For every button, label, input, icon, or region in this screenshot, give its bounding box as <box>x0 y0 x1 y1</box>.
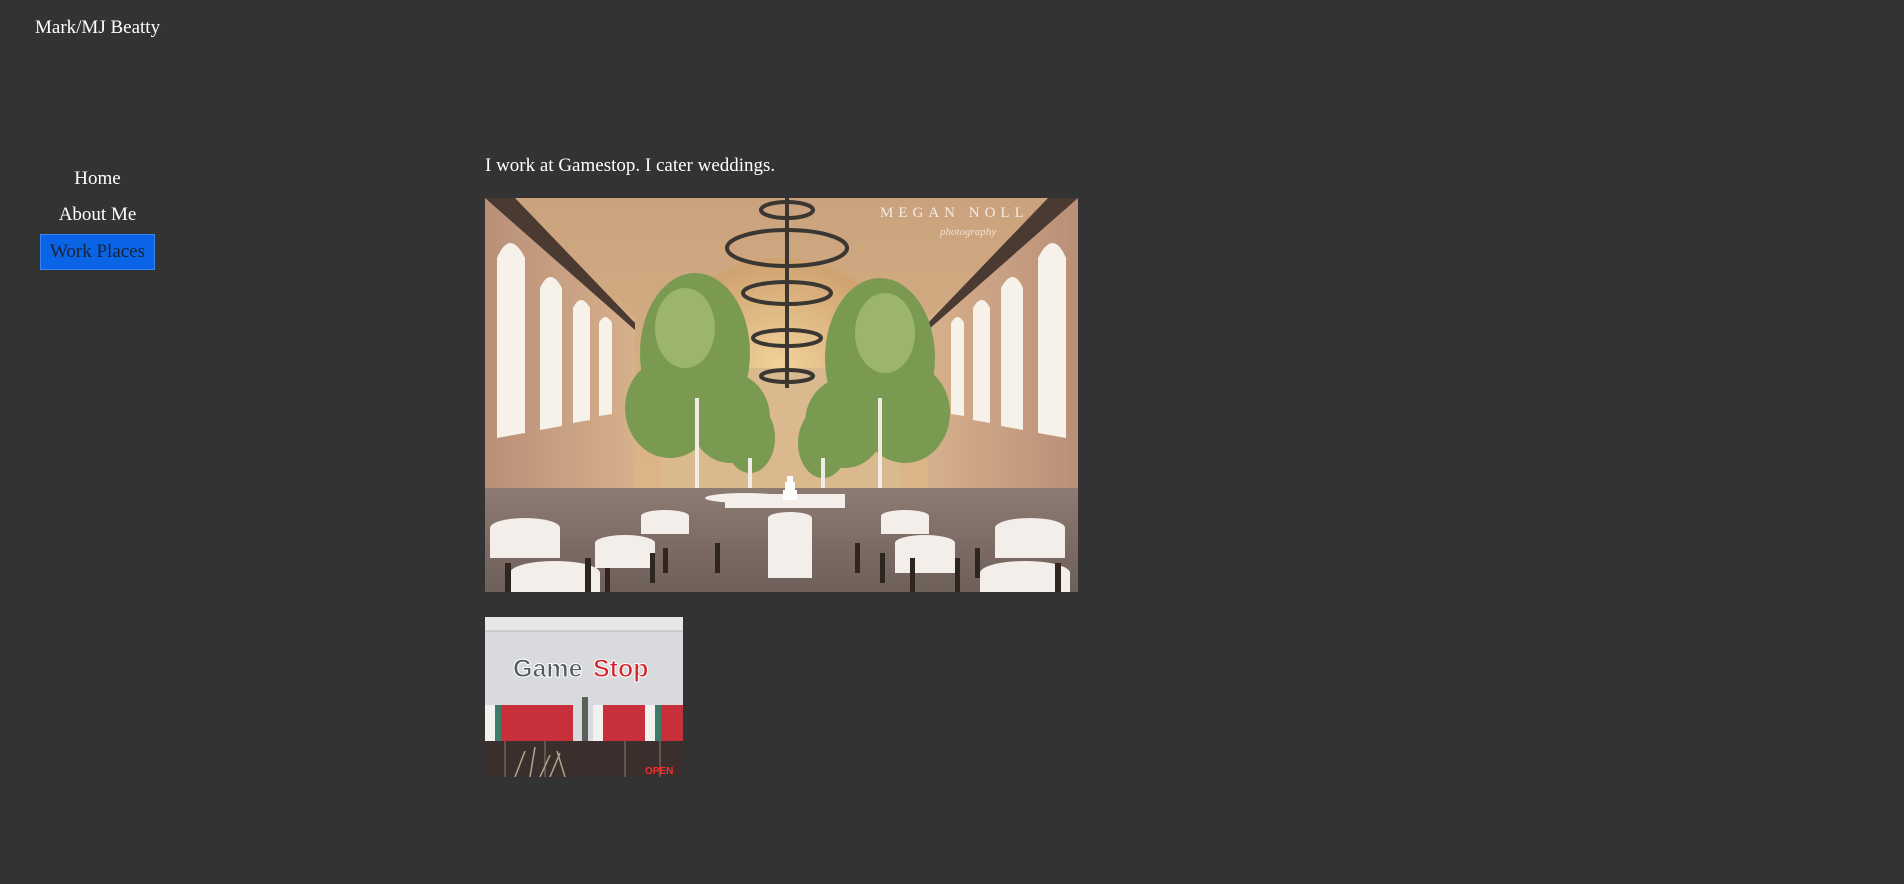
photo-watermark-name: MEGAN NOLL <box>880 205 1029 221</box>
site-title[interactable]: Mark/MJ Beatty <box>35 16 160 40</box>
nav-item-about-me[interactable]: About Me <box>40 198 155 234</box>
logo-stop-text: Stop <box>593 655 649 683</box>
nav-item-home[interactable]: Home <box>40 162 155 198</box>
logo-game-text: Game <box>513 655 583 683</box>
intro-text: I work at Gamestop. I cater weddings. <box>485 155 776 176</box>
photo-watermark-sub: photography <box>939 226 996 238</box>
main-nav: Home About Me Work Places <box>40 162 155 270</box>
gamestop-store-photo: Game Stop OPEN <box>485 617 683 777</box>
nav-item-work-places[interactable]: Work Places <box>40 234 155 270</box>
open-sign: OPEN <box>645 766 673 777</box>
wedding-venue-photo: MEGAN NOLL photography <box>485 198 1078 592</box>
page: Mark/MJ Beatty Home About Me Work Places… <box>0 0 1904 884</box>
